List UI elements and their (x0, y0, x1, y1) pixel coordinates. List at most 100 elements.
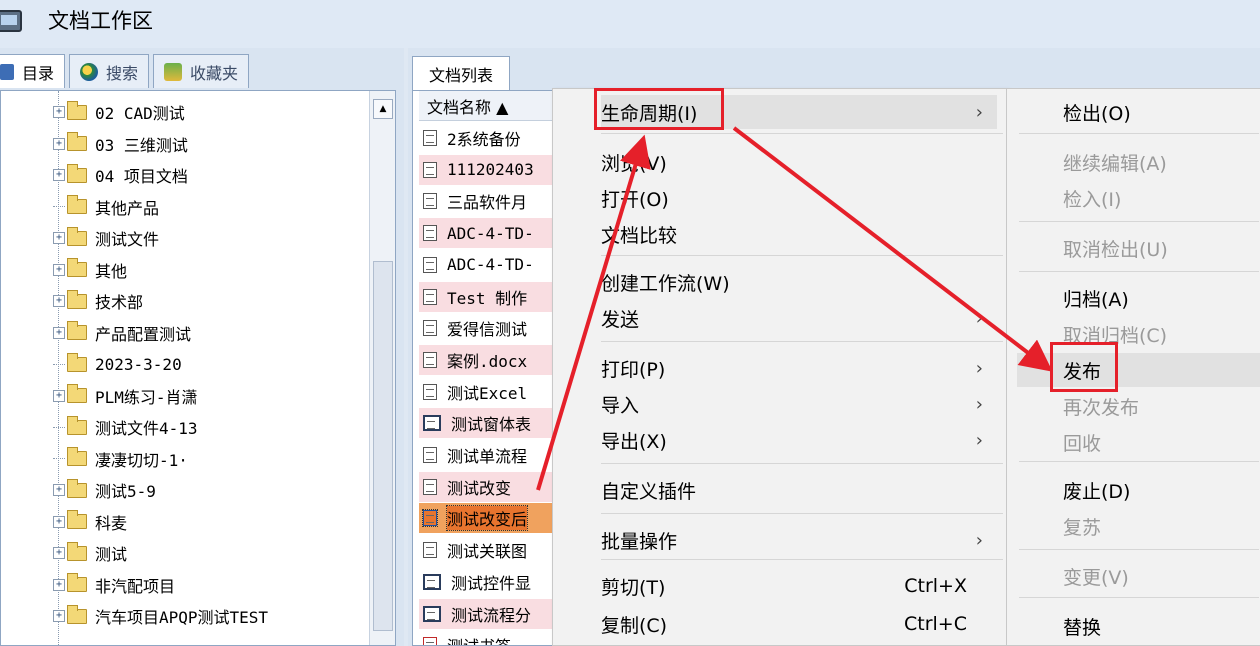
menu-separator (601, 513, 1003, 514)
tree-item[interactable]: +02 CAD测试 (53, 97, 185, 127)
menu-item-label: 创建工作流(W) (601, 272, 730, 295)
tree-item[interactable]: + 非汽配项目 (53, 570, 175, 600)
expand-icon[interactable]: + (53, 389, 65, 402)
menu-item[interactable]: 自定义插件 (601, 473, 997, 507)
expand-icon[interactable]: + (53, 169, 65, 181)
document-row[interactable]: 测试书签 (419, 630, 559, 645)
expand-icon[interactable]: + (53, 610, 65, 622)
document-row[interactable]: 爱得信测试 (419, 313, 559, 343)
menu-item[interactable]: 打开(O) (601, 181, 997, 215)
submenu-item: 复苏 (1063, 509, 1260, 543)
menu-item[interactable]: 批量操作 › (601, 523, 997, 557)
document-row[interactable]: 111202403 (419, 154, 559, 185)
tree-scrollbar[interactable]: ▲ (369, 91, 395, 645)
menu-item-label: 发送 (601, 308, 640, 331)
submenu-item[interactable]: 替换 (1063, 609, 1260, 643)
tree-item[interactable]: + 汽车项目APQP测试TEST (53, 601, 268, 631)
scroll-up-icon[interactable]: ▲ (373, 99, 393, 119)
tree-connector (53, 458, 65, 459)
expand-icon[interactable]: + (53, 578, 65, 591)
menu-item[interactable]: 文档比较 (601, 217, 997, 251)
tree-item[interactable]: 凄凄切切-1· (53, 444, 188, 474)
expand-icon[interactable]: + (53, 295, 65, 307)
document-name: 2系统备份 (447, 130, 521, 149)
folder-icon (67, 384, 87, 403)
tree-item[interactable]: + 科麦 (53, 507, 127, 537)
tree-item[interactable]: + 测试文件 (53, 223, 159, 253)
document-row[interactable]: ADC-4-TD- (419, 218, 559, 249)
document-row[interactable]: 测试流程分 (419, 598, 559, 629)
tree-item[interactable]: + PLM练习-肖潇 (53, 381, 198, 411)
tree-item[interactable]: +03 三维测试 (53, 129, 188, 159)
submenu-item[interactable]: 检出(O) (1063, 95, 1260, 129)
menu-separator (601, 463, 1003, 464)
expand-icon[interactable]: + (53, 484, 65, 496)
expand-icon[interactable]: + (53, 547, 65, 559)
document-row[interactable]: 三品软件月 (419, 186, 559, 216)
expand-icon[interactable]: + (53, 106, 65, 118)
tab-document-list[interactable]: 文档列表 (412, 56, 510, 90)
expand-icon[interactable]: + (53, 232, 65, 244)
tree-item[interactable]: 2023-3-20 (53, 349, 182, 379)
document-row[interactable]: 测试改变 (419, 471, 559, 502)
menu-item[interactable]: 打印(P) › (601, 351, 997, 385)
tree-item-label: 其他 (95, 261, 128, 281)
document-row[interactable]: 测试改变后 (419, 503, 559, 534)
menu-item[interactable]: 复制(C) Ctrl+C (601, 607, 997, 641)
menu-item[interactable]: 剪切(T) Ctrl+X (601, 569, 997, 603)
expand-icon[interactable]: + (53, 263, 65, 276)
document-row[interactable]: 测试单流程 (419, 440, 559, 470)
folder-icon (67, 321, 87, 340)
tree-item[interactable]: + 产品配置测试 (53, 318, 191, 348)
column-header-document-name[interactable]: 文档名称 ▲ (419, 91, 559, 121)
tab-favorites[interactable]: 收藏夹 (153, 54, 250, 88)
menu-item[interactable]: 导入 › (601, 387, 997, 421)
tree-item[interactable]: + 其他 (53, 255, 127, 285)
submenu-item[interactable]: 废止(D) (1063, 473, 1260, 507)
folder-icon (67, 604, 87, 624)
expand-icon[interactable]: + (53, 515, 65, 528)
expand-icon[interactable]: + (53, 326, 65, 339)
menu-item[interactable]: 导出(X) › (601, 423, 997, 457)
scroll-thumb[interactable] (373, 261, 393, 631)
tree-item[interactable]: + 技术部 (53, 286, 143, 316)
document-row[interactable]: ADC-4-TD- (419, 250, 559, 280)
menu-item[interactable]: 发送 › (601, 301, 997, 335)
document-row[interactable]: 测试窗体表 (419, 408, 559, 439)
tab-label: 目录 (22, 63, 55, 83)
document-row[interactable]: Test 制作 (419, 281, 559, 312)
document-row[interactable]: 2系统备份 (419, 123, 559, 153)
menu-item-label: 导出(X) (601, 430, 667, 453)
expand-icon[interactable]: + (53, 137, 65, 150)
menu-item-label: 批量操作 (601, 530, 678, 553)
document-row[interactable]: 测试关联图 (419, 535, 559, 565)
submenu-item: 继续编辑(A) (1063, 145, 1260, 179)
document-name: 爱得信测试 (447, 320, 528, 340)
document-name: 测试流程分 (451, 605, 532, 625)
menu-item[interactable]: 创建工作流(W) (601, 265, 997, 299)
tree-item[interactable]: 测试文件4-13 (53, 412, 198, 442)
submenu-item-label: 取消检出(U) (1063, 238, 1168, 261)
document-name: ADC-4-TD- (447, 223, 534, 243)
document-icon (423, 161, 437, 178)
folder-icon (67, 289, 87, 309)
menu-item[interactable]: 浏览(V) (601, 145, 997, 179)
tree-item[interactable]: 其他产品 (53, 192, 159, 222)
tree-item[interactable]: + 测试 (53, 538, 127, 568)
document-row[interactable]: 测试控件显 (419, 567, 559, 597)
tab-search[interactable]: 搜索 (69, 54, 150, 88)
document-row[interactable]: 案例.docx (419, 344, 559, 375)
document-row[interactable]: 测试Excel (419, 377, 559, 407)
tree-item[interactable]: +04 项目文档 (53, 160, 188, 190)
tree-item-label: 其他产品 (95, 198, 160, 218)
folder-icon (67, 195, 87, 214)
document-name: 111202403 (447, 160, 534, 180)
menu-separator (1019, 271, 1259, 272)
submenu-item[interactable]: 归档(A) (1063, 281, 1260, 315)
favorites-icon (164, 62, 183, 81)
menu-separator (601, 255, 1003, 256)
annotation-box-publish (1050, 342, 1118, 392)
tab-catalog[interactable]: 目录 (0, 54, 66, 88)
submenu-item: 取消检出(U) (1063, 231, 1260, 265)
tree-item[interactable]: + 测试5-9 (53, 475, 156, 505)
